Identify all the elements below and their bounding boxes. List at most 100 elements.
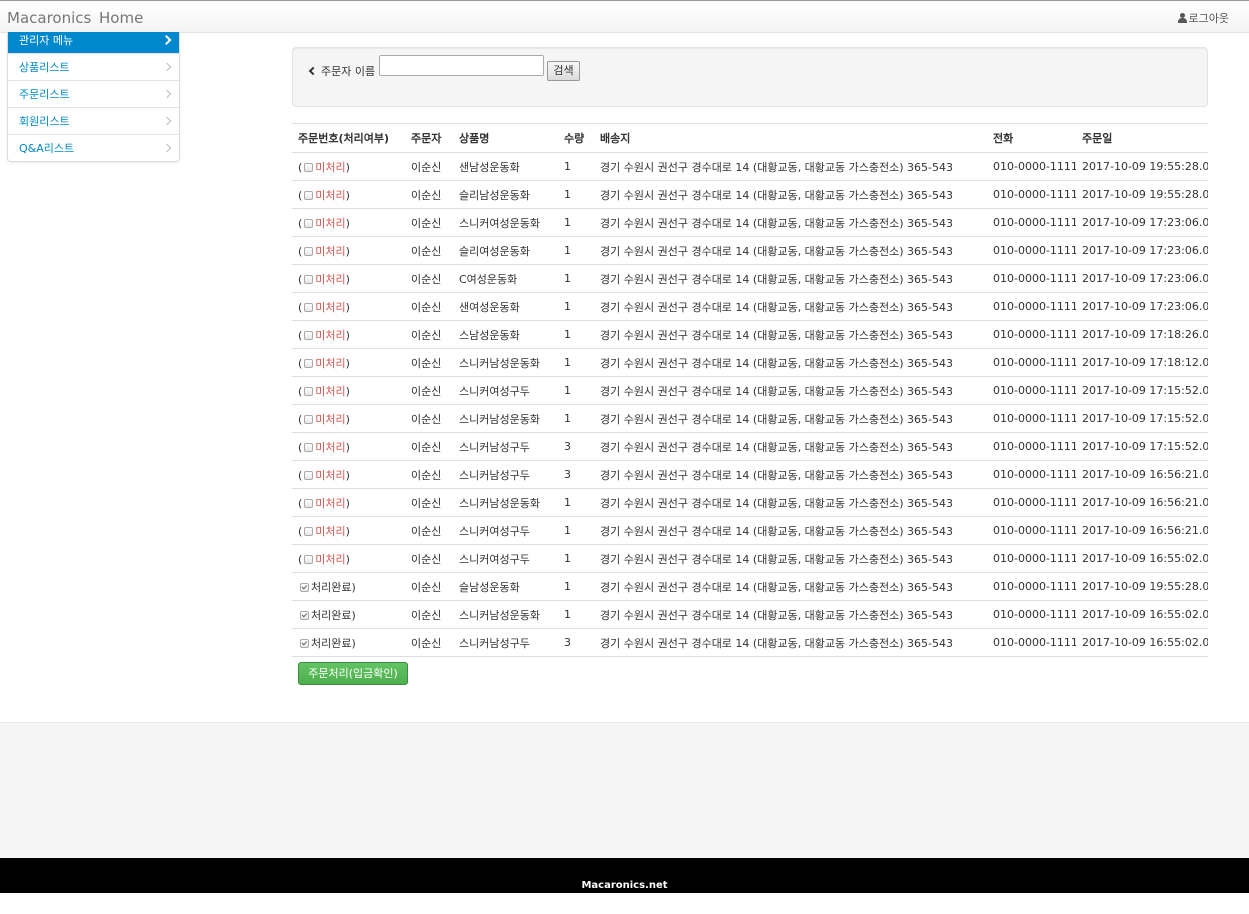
address-cell: 경기 수원시 권선구 경수대로 14 (대황교동, 대황교동 가스충전소) 36… <box>594 348 987 377</box>
status-cell: (미처리) <box>292 404 405 433</box>
order-checkbox[interactable] <box>304 190 314 200</box>
order-checkbox[interactable] <box>304 302 314 312</box>
order-checkbox[interactable] <box>304 246 314 256</box>
order-checkbox[interactable] <box>304 526 314 536</box>
sidebar-item-products[interactable]: 상품리스트 <box>8 53 179 80</box>
close-paren: ) <box>345 552 350 566</box>
admin-sidebar: 관리자 메뉴 상품리스트 주문리스트 회원리스트 Q&A리스트 <box>7 32 180 162</box>
order-checkbox[interactable] <box>304 162 314 172</box>
quantity-cell: 1 <box>558 516 594 545</box>
open-paren: ( <box>298 440 303 454</box>
orderer-cell: 이순신 <box>405 488 453 517</box>
nav-home-link[interactable]: Home <box>99 9 143 27</box>
order-checkbox[interactable] <box>304 218 314 228</box>
close-paren: ) <box>351 608 356 622</box>
sidebar-item-members[interactable]: 회원리스트 <box>8 107 179 134</box>
phone-cell: 010-0000-1111 <box>987 488 1076 517</box>
table-row: (미처리) 이순신 스니커남성운동화 1 경기 수원시 권선구 경수대로 14 (대황교… <box>292 348 1208 377</box>
order-checkbox[interactable] <box>304 498 314 508</box>
phone-cell: 010-0000-1111 <box>987 572 1076 601</box>
orderer-cell: 이순신 <box>405 320 453 349</box>
footer-text: Macaronics.net <box>581 880 668 891</box>
quantity-cell: 3 <box>558 432 594 461</box>
orders-table-container: 주문번호(처리여부) 주문자 상품명 수량 배송지 전화 주문일 (미처리) 이순… <box>292 123 1208 657</box>
phone-cell: 010-0000-1111 <box>987 460 1076 489</box>
product-cell: 스니커남성운동화 <box>453 348 558 377</box>
process-orders-button[interactable]: 주문처리(입금확인) <box>298 662 408 685</box>
orderer-cell: 이순신 <box>405 544 453 573</box>
search-button[interactable]: 검색 <box>547 61 580 81</box>
close-paren: ) <box>345 384 350 398</box>
chevron-left-icon[interactable] <box>308 66 318 76</box>
address-cell: 경기 수원시 권선구 경수대로 14 (대황교동, 대황교동 가스충전소) 36… <box>594 208 987 237</box>
order-checkbox[interactable] <box>304 554 314 564</box>
close-paren: ) <box>345 300 350 314</box>
open-paren: ( <box>298 160 303 174</box>
sidebar-item-orders[interactable]: 주문리스트 <box>8 80 179 107</box>
status-cell: (미처리) <box>292 460 405 489</box>
product-cell: 슬리여성운동화 <box>453 236 558 265</box>
date-cell: 2017-10-09 16:56:21.0 <box>1076 488 1208 517</box>
open-paren: ( <box>298 496 303 510</box>
status-cell: 처리완료) <box>292 628 405 657</box>
quantity-cell: 3 <box>558 628 594 657</box>
date-cell: 2017-10-09 17:18:26.0 <box>1076 320 1208 349</box>
chevron-right-icon <box>162 116 172 126</box>
address-cell: 경기 수원시 권선구 경수대로 14 (대황교동, 대황교동 가스충전소) 36… <box>594 376 987 405</box>
address-cell: 경기 수원시 권선구 경수대로 14 (대황교동, 대황교동 가스충전소) 36… <box>594 572 987 601</box>
date-cell: 2017-10-09 17:23:06.0 <box>1076 236 1208 265</box>
product-cell: 스니커남성운동화 <box>453 404 558 433</box>
status-text: 미처리 <box>315 356 346 370</box>
close-paren: ) <box>345 356 350 370</box>
orderer-cell: 이순신 <box>405 404 453 433</box>
address-cell: 경기 수원시 권선구 경수대로 14 (대황교동, 대황교동 가스충전소) 36… <box>594 180 987 209</box>
address-cell: 경기 수원시 권선구 경수대로 14 (대황교동, 대황교동 가스충전소) 36… <box>594 460 987 489</box>
order-checkbox[interactable] <box>300 610 309 620</box>
date-cell: 2017-10-09 16:55:02.0 <box>1076 600 1208 629</box>
status-text: 미처리 <box>315 216 346 230</box>
address-cell: 경기 수원시 권선구 경수대로 14 (대황교동, 대황교동 가스충전소) 36… <box>594 292 987 321</box>
quantity-cell: 1 <box>558 376 594 405</box>
order-checkbox[interactable] <box>304 414 314 424</box>
date-cell: 2017-10-09 19:55:28.0 <box>1076 572 1208 601</box>
column-header: 상품명 <box>453 123 558 153</box>
orderer-cell: 이순신 <box>405 208 453 237</box>
order-checkbox[interactable] <box>300 638 309 648</box>
order-checkbox[interactable] <box>300 582 309 592</box>
brand-link[interactable]: Macaronics <box>7 9 91 27</box>
order-checkbox[interactable] <box>304 442 314 452</box>
status-cell: (미처리) <box>292 292 405 321</box>
chevron-right-icon <box>162 89 172 99</box>
table-row: 처리완료) 이순신 스니커남성구두 3 경기 수원시 권선구 경수대로 14 (대황교동… <box>292 628 1208 657</box>
table-row: (미처리) 이순신 슬리여성운동화 1 경기 수원시 권선구 경수대로 14 (대황교동… <box>292 236 1208 265</box>
table-row: (미처리) 이순신 스니커여성구두 1 경기 수원시 권선구 경수대로 14 (대황교동… <box>292 544 1208 573</box>
product-cell: 스남성운동화 <box>453 320 558 349</box>
quantity-cell: 1 <box>558 236 594 265</box>
order-checkbox[interactable] <box>304 470 314 480</box>
sidebar-item-admin-menu[interactable]: 관리자 메뉴 <box>8 32 179 53</box>
order-checkbox[interactable] <box>304 330 314 340</box>
order-checkbox[interactable] <box>304 274 314 284</box>
date-cell: 2017-10-09 19:55:28.0 <box>1076 152 1208 181</box>
date-cell: 2017-10-09 17:15:52.0 <box>1076 376 1208 405</box>
status-cell: (미처리) <box>292 180 405 209</box>
order-checkbox[interactable] <box>304 358 314 368</box>
logout-link[interactable]: 로그아웃 <box>1177 10 1229 26</box>
orderer-name-input[interactable] <box>379 55 544 76</box>
sidebar-item-label: 주문리스트 <box>19 88 70 101</box>
chevron-right-icon <box>162 62 172 72</box>
orderer-cell: 이순신 <box>405 152 453 181</box>
order-checkbox[interactable] <box>304 386 314 396</box>
orders-table: 주문번호(처리여부) 주문자 상품명 수량 배송지 전화 주문일 (미처리) 이순… <box>292 123 1208 657</box>
product-cell: 스니커남성운동화 <box>453 600 558 629</box>
table-row: 처리완료) 이순신 슬남성운동화 1 경기 수원시 권선구 경수대로 14 (대황교동,… <box>292 572 1208 601</box>
close-paren: ) <box>345 160 350 174</box>
orderer-cell: 이순신 <box>405 292 453 321</box>
status-text: 미처리 <box>315 328 346 342</box>
table-row: (미처리) 이순신 스니커남성운동화 1 경기 수원시 권선구 경수대로 14 (대황교… <box>292 488 1208 517</box>
quantity-cell: 1 <box>558 264 594 293</box>
sidebar-item-qna[interactable]: Q&A리스트 <box>8 134 179 161</box>
quantity-cell: 1 <box>558 572 594 601</box>
product-cell: 스니커남성운동화 <box>453 488 558 517</box>
page-bottom-area <box>0 722 1249 858</box>
